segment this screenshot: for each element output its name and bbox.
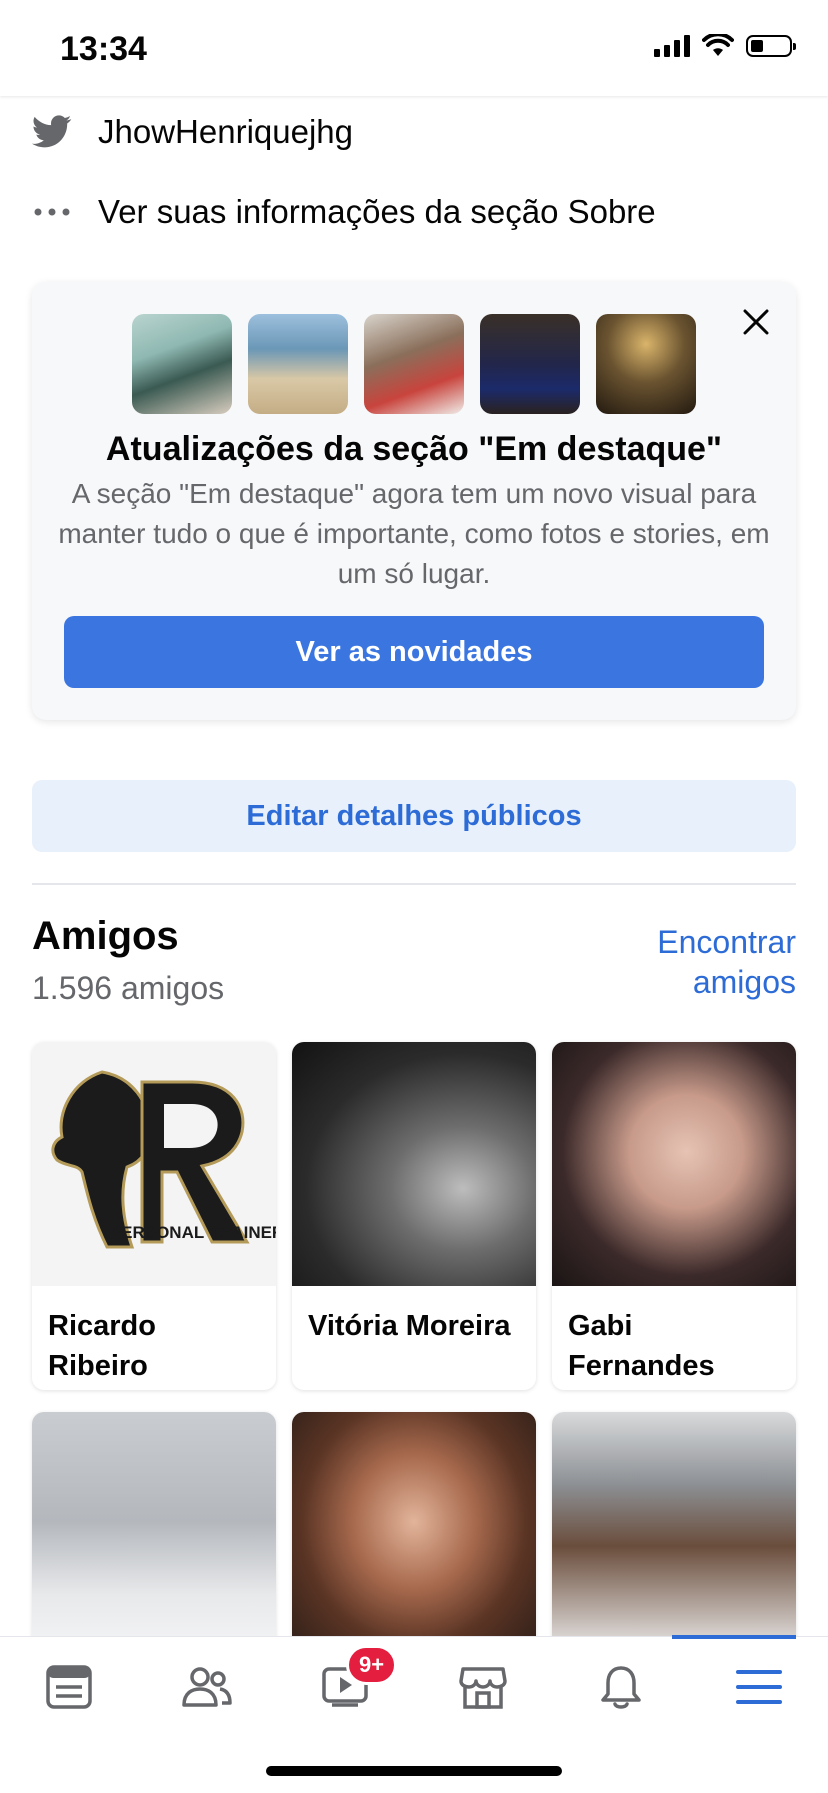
friend-name: Vitória Moreira — [308, 1310, 511, 1342]
friend-card[interactable]: Gabi Fernandes — [552, 1042, 796, 1390]
status-bar: 13:34 — [0, 0, 828, 96]
friend-photo — [292, 1412, 536, 1656]
find-friends-link[interactable]: Encontrar amigos — [576, 922, 796, 1002]
marketplace-icon — [459, 1667, 507, 1709]
news-feed-icon — [46, 1665, 92, 1709]
section-divider — [32, 883, 796, 885]
highlights-title: Atualizações da seção "Em destaque" — [105, 430, 723, 468]
friends-title: Amigos — [32, 914, 179, 958]
highlight-thumbnail — [596, 314, 696, 414]
highlight-thumbnail — [364, 314, 464, 414]
tab-watch[interactable]: 9+ — [276, 1637, 414, 1737]
friend-photo — [292, 1042, 536, 1286]
twitter-handle: JhowHenriquejhg — [98, 113, 353, 150]
tab-news-feed[interactable] — [0, 1637, 138, 1737]
bell-icon — [601, 1666, 641, 1709]
wifi-icon — [702, 34, 734, 56]
twitter-icon — [32, 112, 72, 152]
more-dots-icon — [32, 192, 72, 232]
friends-count[interactable]: 1.596 amigos — [32, 970, 224, 1007]
highlights-description: A seção "Em destaque" agora tem um novo … — [58, 478, 770, 589]
highlight-thumbnail — [132, 314, 232, 414]
personal-trainer-logo: PERSONAL TRAINER — [51, 1070, 276, 1249]
friend-photo: PERSONAL TRAINER — [32, 1042, 276, 1286]
highlights-update-card: Atualizações da seção "Em destaque" A se… — [32, 282, 796, 720]
battery-icon — [746, 35, 796, 57]
tab-friends[interactable] — [138, 1637, 276, 1737]
highlights-thumbnails — [132, 314, 696, 414]
friend-photo — [32, 1412, 276, 1656]
tab-marketplace[interactable] — [414, 1637, 552, 1737]
highlight-thumbnail — [480, 314, 580, 414]
logo-text: PERSONAL TRAINER — [110, 1223, 276, 1242]
friend-photo — [552, 1412, 796, 1656]
status-time: 13:34 — [60, 30, 147, 68]
watch-notification-badge: 9+ — [346, 1645, 398, 1685]
tab-notifications[interactable] — [552, 1637, 690, 1737]
friend-photo — [552, 1042, 796, 1286]
friends-icon — [182, 1667, 232, 1707]
about-row[interactable]: Ver suas informações da seção Sobre — [32, 192, 656, 232]
menu-icon — [736, 1670, 782, 1704]
edit-public-details-button[interactable]: Editar detalhes públicos — [32, 780, 796, 852]
about-link: Ver suas informações da seção Sobre — [98, 193, 656, 230]
home-indicator[interactable] — [266, 1766, 562, 1776]
signal-icon — [654, 35, 690, 57]
see-news-button[interactable]: Ver as novidades — [64, 616, 764, 688]
twitter-row[interactable]: JhowHenriquejhg — [32, 112, 353, 152]
close-icon[interactable] — [736, 302, 776, 342]
highlight-thumbnail — [248, 314, 348, 414]
tab-menu[interactable] — [690, 1637, 828, 1737]
friend-name: Gabi Fernandes — [568, 1310, 715, 1382]
status-icons — [654, 34, 796, 58]
friend-card[interactable]: Vitória Moreira — [292, 1042, 536, 1390]
friend-card[interactable]: PERSONAL TRAINER Ricardo Ribeiro — [32, 1042, 276, 1390]
friend-name: Ricardo Ribeiro — [48, 1310, 156, 1382]
